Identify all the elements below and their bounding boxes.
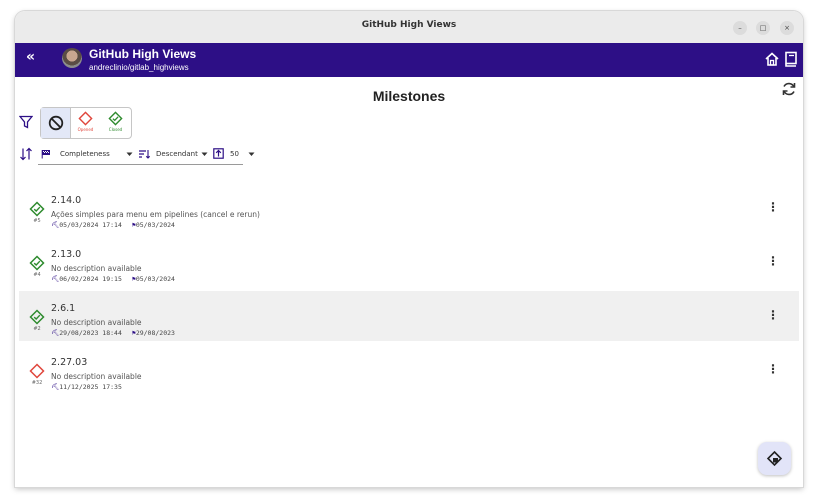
app-name: GitHub High Views [89, 47, 197, 61]
created-date: 05/03/2024 17:14 [59, 221, 122, 229]
milestone-dates: ⛏05/03/2024 17:14 ⚑05/03/2024 [51, 221, 185, 229]
list-item[interactable]: #4 2.13.0 No description available ⛏06/0… [19, 237, 799, 287]
chevron-down-icon [201, 152, 208, 156]
sort-underline [38, 164, 243, 165]
book-icon[interactable] [784, 51, 798, 67]
milestone-open-icon [29, 363, 45, 379]
milestone-dates: ⛏29/08/2023 18:44 ⚑29/08/2023 [51, 329, 185, 337]
due-date: 05/03/2024 [135, 221, 175, 229]
milestone-closed-icon [29, 255, 45, 271]
page-title: Milestones [372, 88, 446, 104]
created-date: 11/12/2025 17:35 [59, 383, 122, 391]
sort-direction-icon [139, 150, 150, 159]
back-button[interactable]: « [26, 49, 35, 65]
repo-name: andreclinio/gitlab_highviews [89, 63, 189, 72]
minimize-button[interactable]: – [733, 21, 747, 35]
sort-direction-select[interactable]: Descendant [156, 150, 198, 158]
milestone-number: #2 [33, 326, 41, 332]
sort-toggle-icon[interactable] [19, 147, 33, 161]
flag-icon [41, 150, 50, 159]
milestone-title: 2.27.03 [51, 357, 88, 368]
chevron-down-icon [248, 152, 255, 156]
maximize-button[interactable]: □ [756, 21, 770, 35]
filter-closed-option[interactable]: Closed [101, 108, 130, 138]
milestone-description: Ações simples para menu em pipelines (ca… [51, 210, 260, 219]
home-icon[interactable] [764, 51, 780, 67]
chevron-down-icon [126, 152, 133, 156]
sort-bar: Completeness Descendant 50 [19, 146, 255, 162]
app-bar: « GitHub High Views andreclinio/gitlab_h… [15, 43, 803, 77]
list-item[interactable]: #5 2.14.0 Ações simples para menu em pip… [19, 183, 799, 233]
sort-field-select[interactable]: Completeness [60, 150, 110, 158]
list-item[interactable]: #32 2.27.03 No description available ⛏11… [19, 345, 799, 395]
state-filter-segmented: Opened Closed [40, 107, 132, 139]
created-date: 29/08/2023 18:44 [59, 329, 122, 337]
more-options-button[interactable]: ⋮ [767, 200, 779, 214]
title-bar: GitHub High Views – □ × [15, 11, 803, 44]
more-options-button[interactable]: ⋮ [767, 308, 779, 322]
app-window: GitHub High Views – □ × « GitHub High Vi… [15, 11, 803, 487]
more-options-button[interactable]: ⋮ [767, 362, 779, 376]
add-milestone-fab[interactable] [758, 442, 791, 475]
created-date: 06/02/2024 19:15 [59, 275, 122, 283]
milestone-dates: ⛏06/02/2024 19:15 ⚑05/03/2024 [51, 275, 185, 283]
milestone-title: 2.13.0 [51, 249, 82, 260]
milestone-description: No description available [51, 318, 142, 327]
milestone-number: #32 [31, 380, 43, 386]
milestone-dates: ⛏11/12/2025 17:35 [51, 383, 132, 391]
filter-opened-option[interactable]: Opened [71, 108, 100, 138]
diamond-open-icon [78, 111, 93, 126]
filter-closed-label: Closed [108, 127, 123, 132]
milestone-home-icon [766, 450, 783, 467]
page-size-select[interactable]: 50 [230, 150, 239, 158]
due-date: 29/08/2023 [135, 329, 175, 337]
due-date: 05/03/2024 [135, 275, 175, 283]
milestone-number: #4 [33, 272, 41, 278]
milestone-number: #5 [33, 218, 41, 224]
milestone-closed-icon [29, 201, 45, 217]
list-item[interactable]: #2 2.6.1 No description available ⛏29/08… [19, 291, 799, 341]
milestone-title: 2.6.1 [51, 303, 76, 314]
more-options-button[interactable]: ⋮ [767, 254, 779, 268]
filter-all-option[interactable] [41, 108, 71, 138]
milestone-closed-icon [29, 309, 45, 325]
refresh-icon[interactable] [781, 81, 797, 97]
milestone-title: 2.14.0 [51, 195, 82, 206]
window-title: GitHub High Views [361, 20, 457, 30]
milestone-description: No description available [51, 372, 142, 381]
block-icon [48, 115, 64, 131]
filter-icon[interactable] [19, 115, 33, 129]
milestone-description: No description available [51, 264, 142, 273]
diamond-check-icon [108, 111, 123, 126]
page-size-icon [213, 148, 224, 159]
avatar[interactable] [62, 48, 82, 68]
filter-opened-label: Opened [77, 127, 94, 132]
close-button[interactable]: × [780, 21, 794, 35]
